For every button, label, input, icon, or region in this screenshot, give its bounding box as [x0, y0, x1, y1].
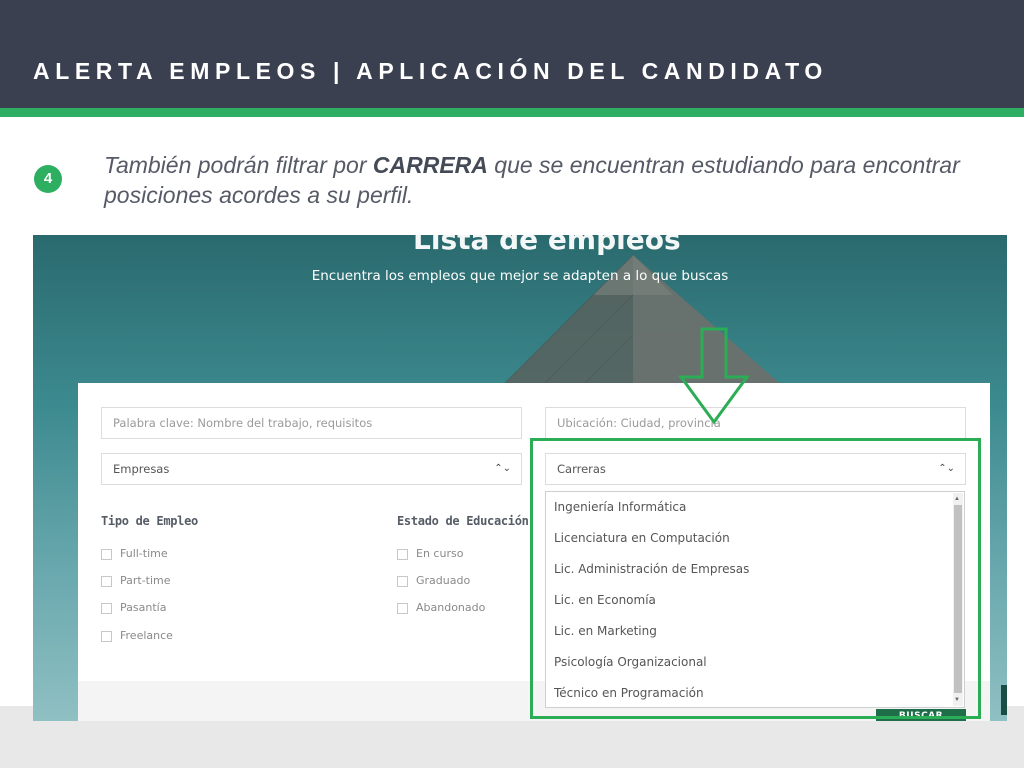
- checkbox[interactable]: [397, 602, 408, 614]
- education-option[interactable]: Abandonado: [397, 601, 485, 615]
- employment-type-title: Tipo de Empleo: [101, 514, 198, 528]
- education-option[interactable]: Graduado: [397, 574, 470, 588]
- checkbox[interactable]: [397, 548, 408, 560]
- step-number-badge: 4: [34, 165, 62, 193]
- employment-option[interactable]: Freelance: [101, 629, 173, 643]
- keyword-input[interactable]: Palabra clave: Nombre del trabajo, requi…: [101, 407, 522, 439]
- instruction-text: También podrán filtrar por CARRERA que s…: [104, 150, 984, 210]
- checkbox[interactable]: [397, 575, 408, 587]
- checkbox[interactable]: [101, 575, 112, 587]
- checkbox[interactable]: [101, 602, 112, 614]
- screenshot-edge: [1001, 685, 1007, 715]
- checkbox[interactable]: [101, 548, 112, 560]
- employment-option[interactable]: Full-time: [101, 547, 168, 561]
- employment-option[interactable]: Pasantía: [101, 601, 166, 615]
- employment-option[interactable]: Part-time: [101, 574, 171, 588]
- education-status-title: Estado de Educación: [397, 514, 529, 528]
- slide-header: ALERTA EMPLEOS | APLICACIÓN DEL CANDIDAT…: [0, 0, 1024, 108]
- instruction-keyword: CARRERA: [372, 152, 488, 178]
- hero-title: Lista de empleos: [413, 235, 681, 256]
- education-option[interactable]: En curso: [397, 547, 463, 561]
- header-accent-stripe: [0, 108, 1024, 117]
- instruction-text-start: También podrán filtrar por: [104, 152, 373, 178]
- down-arrow-icon: [678, 327, 750, 425]
- careers-highlight-box: [530, 438, 981, 719]
- hero-subtitle: Encuentra los empleos que mejor se adapt…: [311, 268, 729, 284]
- location-input[interactable]: Ubicación: Ciudad, provincia: [545, 407, 966, 439]
- companies-select-value: Empresas: [113, 462, 170, 476]
- companies-select[interactable]: Empresas ⌃⌄: [101, 453, 522, 485]
- slide-title: ALERTA EMPLEOS | APLICACIÓN DEL CANDIDAT…: [33, 58, 828, 84]
- up-down-chevron-icon: ⌃⌄: [494, 463, 511, 474]
- checkbox[interactable]: [101, 630, 112, 642]
